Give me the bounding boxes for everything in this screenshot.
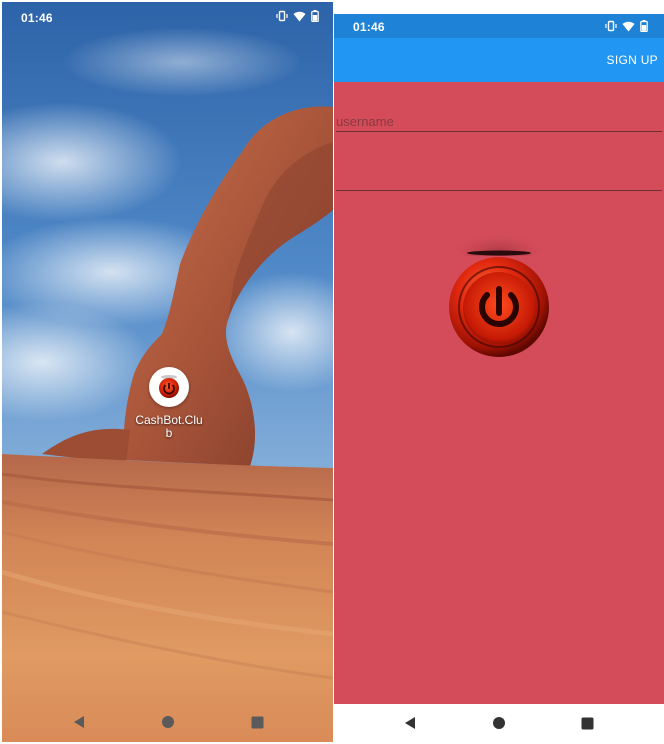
app-label: CashBot.Club [135, 413, 203, 440]
recents-icon [251, 716, 263, 728]
wifi-icon [293, 11, 306, 21]
vibrate-icon [605, 20, 617, 32]
navigation-bar [334, 704, 664, 742]
home-icon [493, 717, 505, 729]
vibrate-icon [276, 10, 288, 22]
battery-icon [640, 20, 648, 32]
power-icon [159, 375, 179, 398]
back-button[interactable] [71, 714, 87, 730]
status-time: 01:46 [21, 11, 53, 25]
cashbot-app-shortcut[interactable]: CashBot.Club [129, 367, 209, 440]
username-input[interactable] [336, 110, 661, 132]
password-input[interactable] [336, 168, 661, 190]
recents-icon [581, 717, 593, 729]
status-time: 01:46 [353, 20, 385, 34]
home-screen: 01:46 CashBot.Club [2, 2, 333, 742]
recents-button[interactable] [249, 714, 265, 730]
battery-icon [311, 10, 319, 22]
home-button[interactable] [160, 714, 176, 730]
password-underline [336, 190, 662, 191]
username-underline [336, 131, 662, 132]
power-button[interactable] [447, 255, 551, 359]
power-button-reflection [451, 218, 547, 256]
recents-button[interactable] [579, 715, 595, 731]
app-screen: 01:46 SIGN UP [334, 14, 664, 742]
wifi-icon [622, 21, 635, 31]
status-bar: 01:46 [2, 2, 333, 32]
home-icon [162, 716, 174, 728]
status-bar: 01:46 [334, 14, 664, 38]
back-icon [405, 717, 415, 729]
back-icon [74, 716, 84, 728]
back-button[interactable] [402, 715, 418, 731]
app-toolbar: SIGN UP [334, 38, 664, 82]
sign-up-button[interactable]: SIGN UP [607, 53, 658, 67]
home-button[interactable] [491, 715, 507, 731]
app-icon[interactable] [149, 367, 189, 407]
navigation-bar [2, 702, 333, 742]
